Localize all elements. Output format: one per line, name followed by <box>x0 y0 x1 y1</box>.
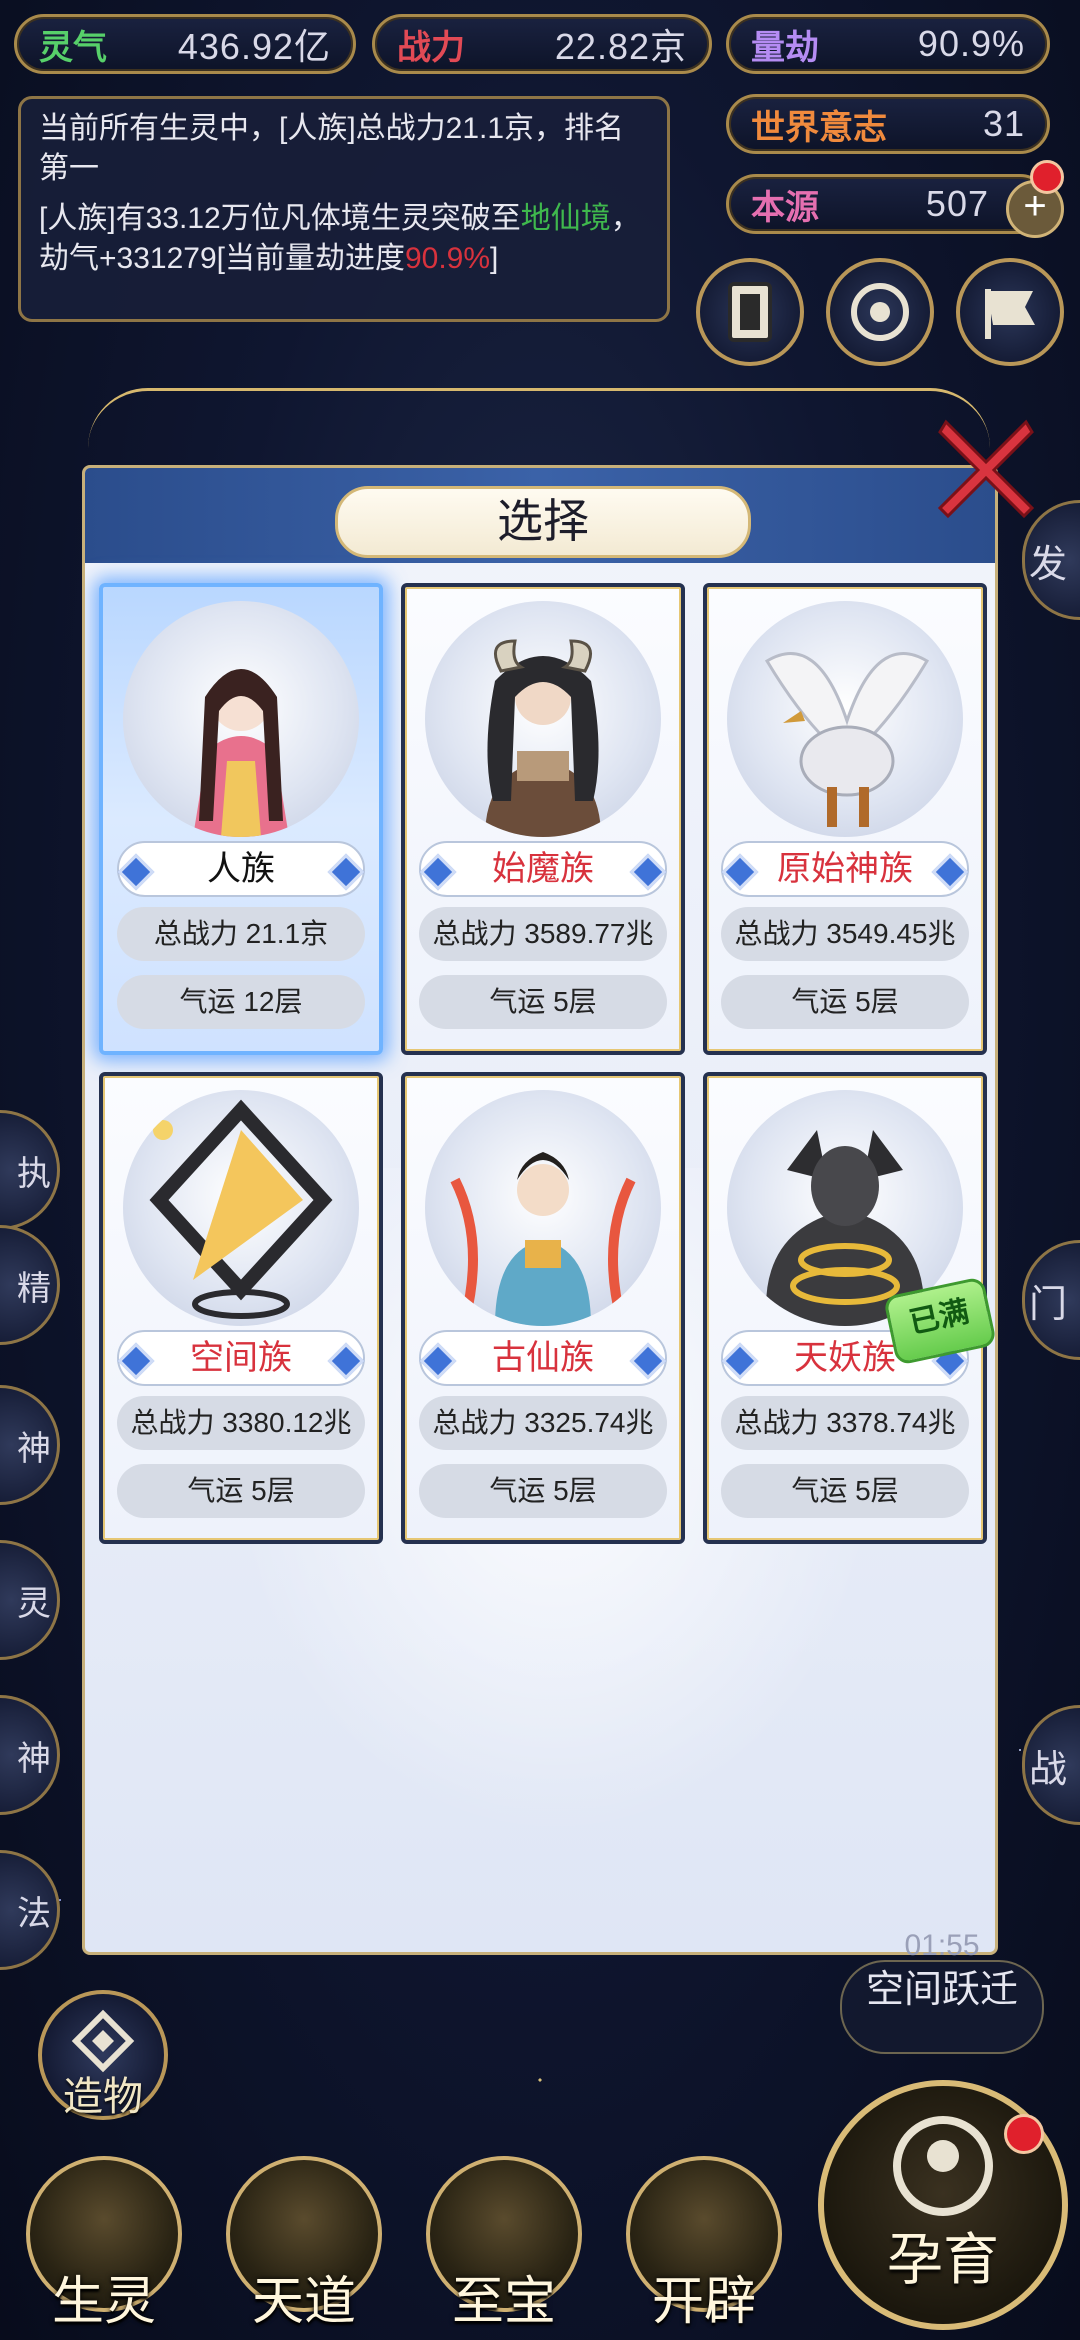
race-power: 总战力 21.1京 <box>117 907 365 961</box>
race-name-banner: 古仙族 <box>419 1330 667 1386</box>
nav-zhibao[interactable]: 至宝 <box>414 2150 594 2340</box>
race-name-banner: 空间族 <box>117 1330 365 1386</box>
swirl-icon <box>851 283 909 341</box>
race-luck: 气运 12层 <box>117 975 365 1029</box>
race-power: 总战力 3378.74兆 <box>721 1396 969 1450</box>
race-luck: 气运 5层 <box>419 1464 667 1518</box>
nav-label: 开辟 <box>651 2272 756 2332</box>
zhanli-label: 战力 <box>397 27 465 68</box>
race-card-yuanshishenzu[interactable]: 原始神族 总战力 3549.45兆 气运 5层 <box>703 583 987 1055</box>
race-card-guxianzu[interactable]: 古仙族 总战力 3325.74兆 气运 5层 <box>401 1072 685 1544</box>
liangjie-stat: 量劫 90.9% <box>726 14 1050 74</box>
zhanli-value: 22.82京 <box>554 26 687 67</box>
breed-label: 孕育 <box>887 2228 999 2293</box>
world-will-stat: 世界意志 31 <box>726 94 1050 154</box>
guxianzu-portrait <box>425 1090 661 1326</box>
flag-icon <box>985 289 1035 339</box>
modal-title: 选择 <box>335 486 751 558</box>
race-select-modal: 选择 人族 总战力 21.1京 气运 12层 始魔族 总战力 3589.77兆 … <box>82 465 998 1955</box>
lingqi-stat: 灵气 436.92亿 <box>14 14 356 74</box>
lingqi-label: 灵气 <box>39 27 107 68</box>
liangjie-value: 90.9% <box>917 23 1025 64</box>
liangjie-label: 量劫 <box>751 27 819 68</box>
race-name-banner: 始魔族 <box>419 841 667 897</box>
race-card-shimozu[interactable]: 始魔族 总战力 3589.77兆 气运 5层 <box>401 583 685 1055</box>
renzu-portrait <box>123 601 359 837</box>
event-message-box: 当前所有生灵中，[人族]总战力21.1京，排名第一 [人族]有33.12万位凡体… <box>18 96 670 322</box>
nav-kaipi[interactable]: 开辟 <box>614 2150 794 2340</box>
kongjianzu-portrait <box>123 1090 359 1326</box>
message-line-1: 当前所有生灵中，[人族]总战力21.1京，排名第一 <box>39 112 625 185</box>
close-button[interactable] <box>936 402 1036 522</box>
create-label: 造物 <box>63 2074 143 2120</box>
race-luck: 气运 5层 <box>117 1464 365 1518</box>
race-power: 总战力 3549.45兆 <box>721 907 969 961</box>
nav-tiandao[interactable]: 天道 <box>214 2150 394 2340</box>
benyuan-value: 507 <box>925 183 989 224</box>
space-leap-label: 空间跃迁 <box>865 1969 1018 2011</box>
race-luck: 气运 5层 <box>419 975 667 1029</box>
race-power: 总战力 3325.74兆 <box>419 1396 667 1450</box>
race-name-banner: 人族 <box>117 841 365 897</box>
space-leap-button[interactable]: 01:55 空间跃迁 <box>840 1929 1044 2054</box>
nav-label: 至宝 <box>451 2272 556 2332</box>
card-icon <box>728 282 772 342</box>
flag-button[interactable] <box>956 258 1064 366</box>
nav-label: 生灵 <box>51 2272 156 2332</box>
nav-shengling[interactable]: 生灵 <box>14 2150 194 2340</box>
yuanshishenzu-portrait <box>727 601 963 837</box>
race-power: 总战力 3589.77兆 <box>419 907 667 961</box>
lingqi-value: 436.92亿 <box>177 26 331 67</box>
message-line-2: [人族]有33.12万位凡体境生灵突破至地仙境，劫气+331279[当前量劫进度… <box>39 202 641 275</box>
race-card-tianyaozu[interactable]: 天妖族 总战力 3378.74兆 气运 5层 已满 <box>703 1072 995 1544</box>
race-card-kongjianzu[interactable]: 空间族 总战力 3380.12兆 气运 5层 <box>99 1072 383 1544</box>
race-card-renzu[interactable]: 人族 总战力 21.1京 气运 12层 <box>99 583 383 1055</box>
shimozu-portrait <box>425 601 661 837</box>
race-power: 总战力 3380.12兆 <box>117 1396 365 1450</box>
race-luck: 气运 5层 <box>721 1464 969 1518</box>
swirl-button[interactable] <box>826 258 934 366</box>
benyuan-label: 本源 <box>751 187 819 228</box>
create-button[interactable]: 造物 <box>38 1990 168 2120</box>
world-will-label: 世界意志 <box>751 107 887 148</box>
notification-dot <box>1030 160 1064 194</box>
nav-label: 天道 <box>251 2272 356 2332</box>
card-button[interactable] <box>696 258 804 366</box>
breed-notification-dot <box>1004 2114 1044 2154</box>
zhanli-stat: 战力 22.82京 <box>372 14 712 74</box>
benyuan-stat: 本源 507 <box>726 174 1050 234</box>
race-luck: 气运 5层 <box>721 975 969 1029</box>
world-will-value: 31 <box>982 103 1025 144</box>
close-icon <box>937 419 1035 519</box>
space-leap-timer: 01:55 <box>904 1929 980 1962</box>
race-name-banner: 原始神族 <box>721 841 969 897</box>
